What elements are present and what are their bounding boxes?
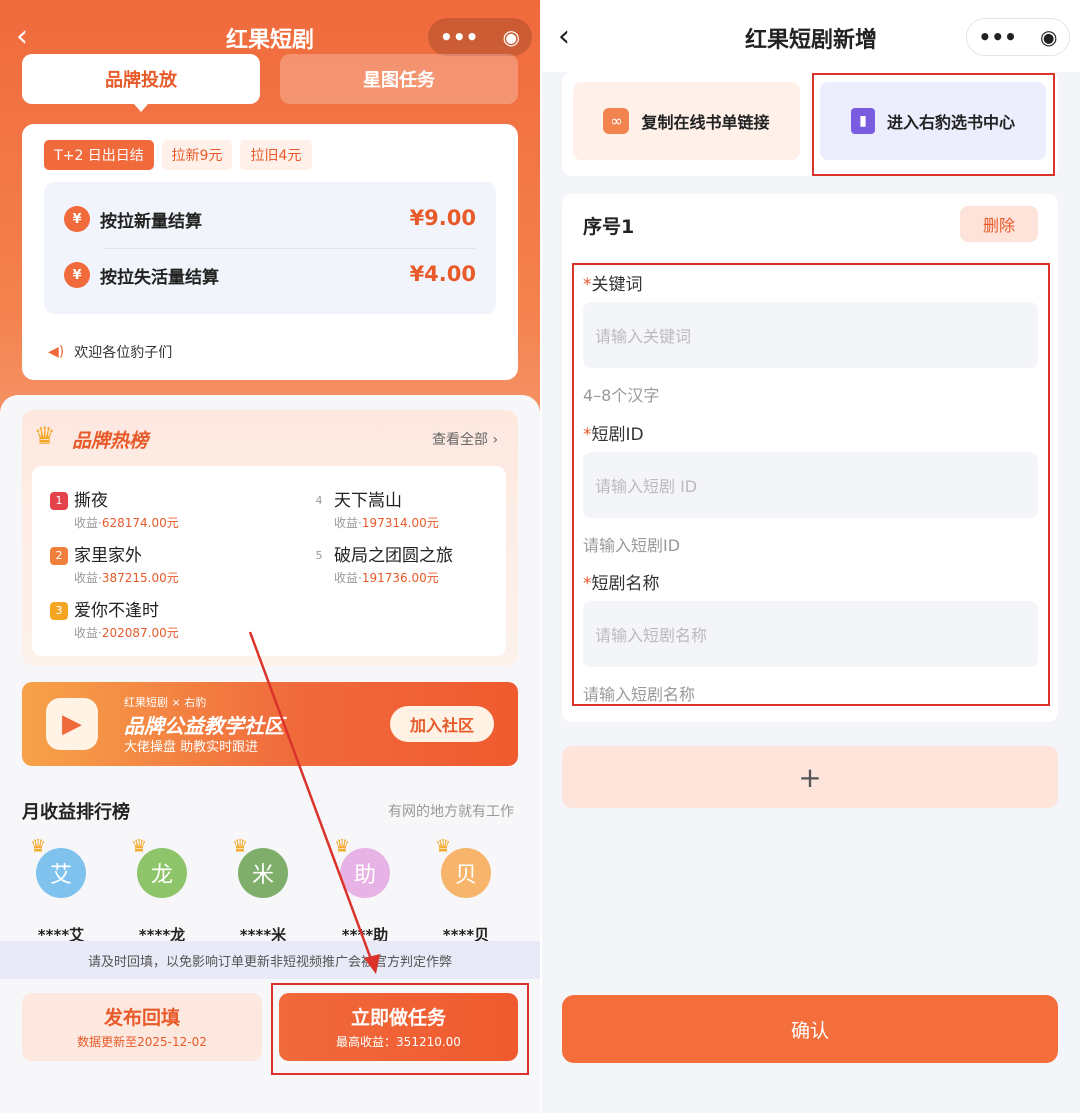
more-icon[interactable]: •••	[979, 25, 1017, 49]
annotation-arrow	[248, 631, 380, 974]
confirm-button[interactable]: 确认	[562, 995, 1058, 1063]
copy-link-button[interactable]: ∞ 复制在线书单链接	[573, 82, 800, 160]
highlight-box	[572, 263, 1050, 706]
left-screen: ‹ 红果短剧 ••• ◉ 品牌投放 星图任务 T+2 日出日结 拉新9元 拉旧4…	[0, 0, 540, 1113]
highlight-box	[812, 73, 1055, 176]
close-icon[interactable]: ◉	[1040, 25, 1057, 49]
link-icon: ∞	[603, 108, 630, 134]
copy-link-label: 复制在线书单链接	[641, 113, 770, 132]
mini-program-capsule: ••• ◉	[966, 18, 1070, 56]
sequence-title: 序号1	[583, 216, 635, 238]
add-item-button[interactable]: +	[562, 746, 1058, 808]
delete-button[interactable]: 删除	[960, 206, 1038, 242]
